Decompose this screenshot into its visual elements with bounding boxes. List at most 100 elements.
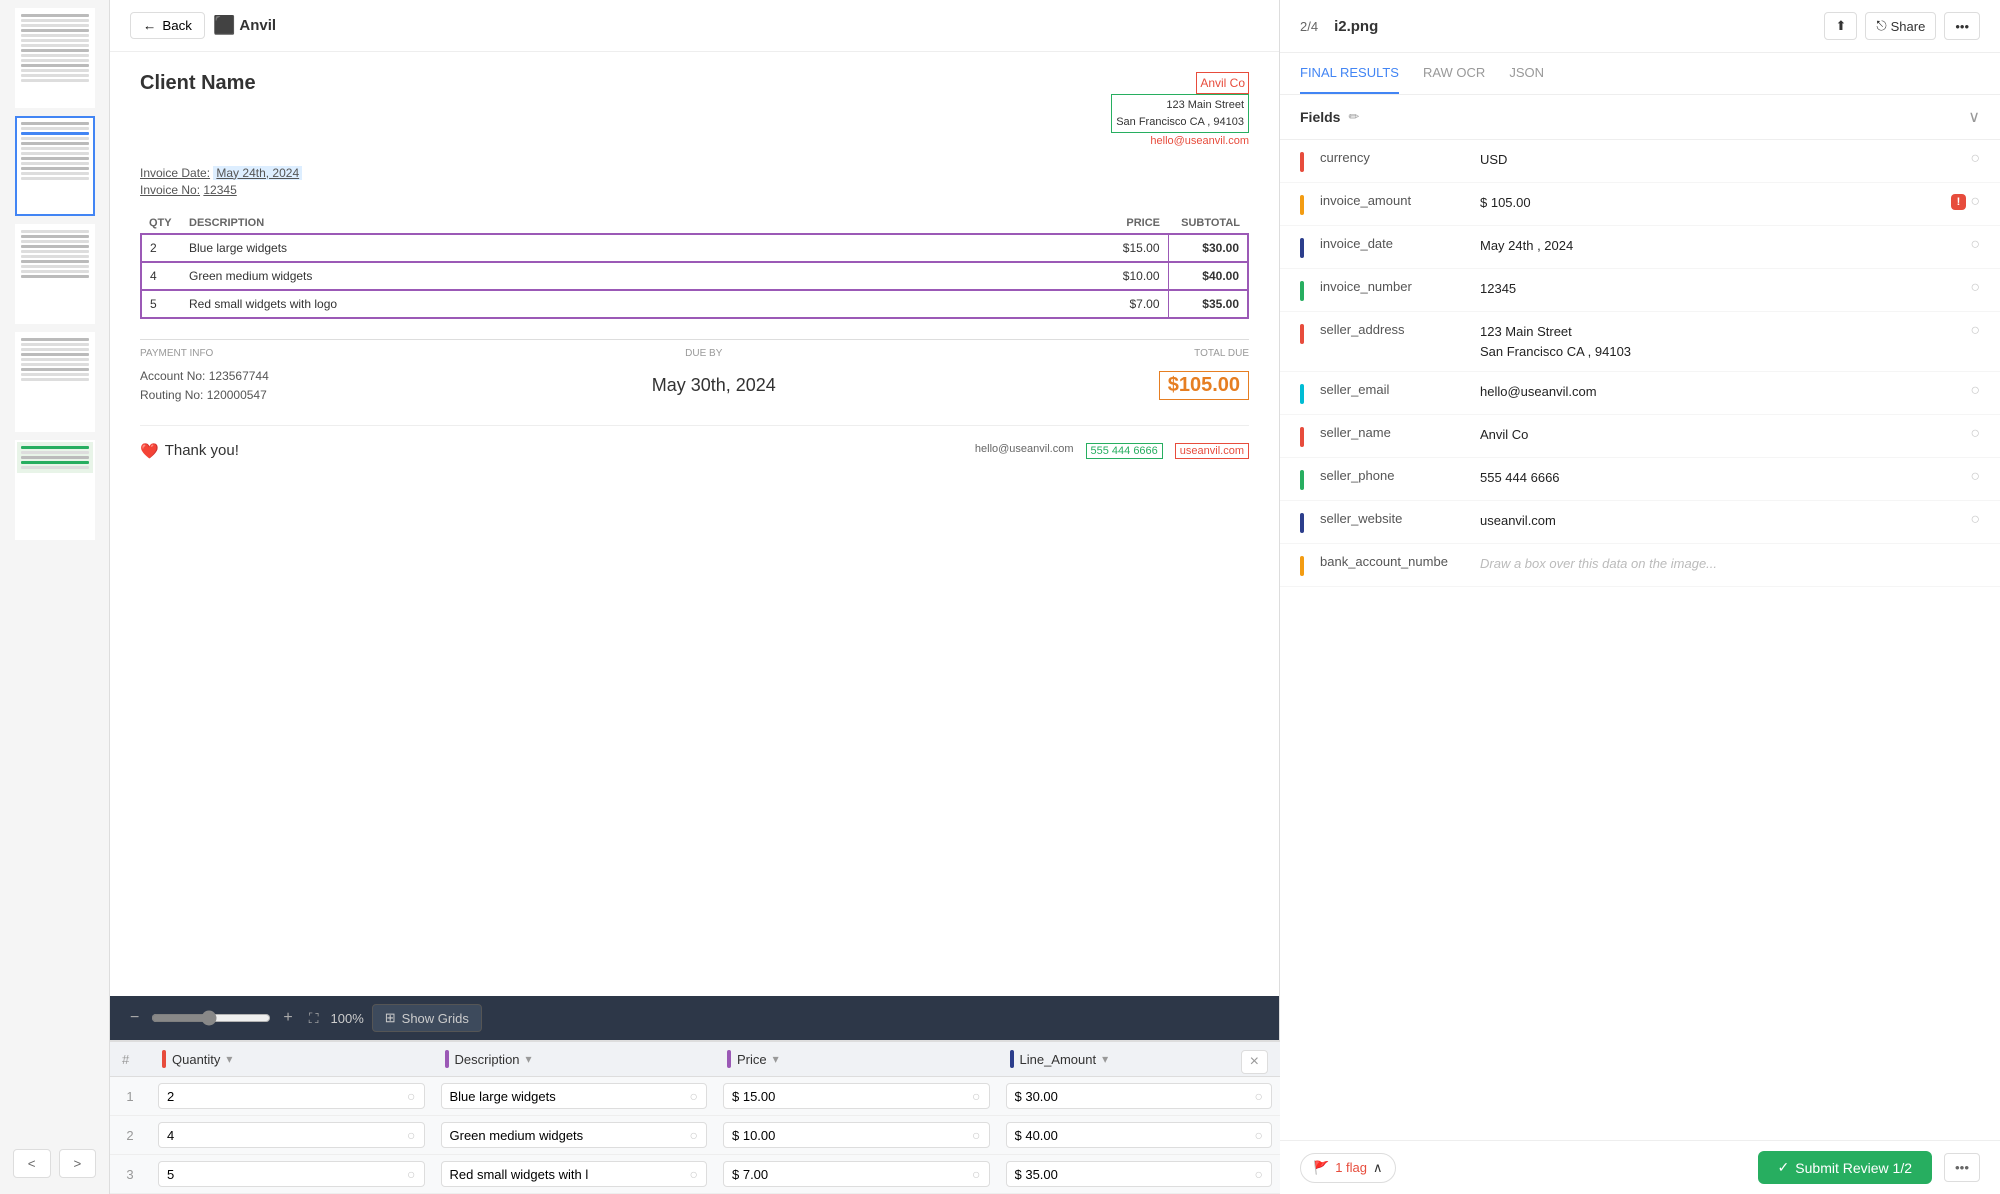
desc-check-1[interactable]: ○ bbox=[690, 1088, 698, 1104]
lineamt-check-2[interactable]: ○ bbox=[1255, 1127, 1263, 1143]
share-button[interactable]: ⎋ Share bbox=[1865, 12, 1936, 40]
price-chevron-icon: ▾ bbox=[773, 1052, 779, 1066]
col-description-header[interactable]: Description ▾ bbox=[433, 1042, 716, 1077]
edit-icon[interactable]: ✏ bbox=[1348, 109, 1359, 125]
lineamt-input-1[interactable] bbox=[1015, 1089, 1249, 1104]
flag-count: 1 flag bbox=[1335, 1160, 1367, 1175]
row-1-price[interactable]: ○ bbox=[715, 1077, 998, 1116]
qty-check-3[interactable]: ○ bbox=[407, 1166, 415, 1182]
field-row-currency: currency USD ○ bbox=[1280, 140, 2000, 183]
tab-final-results[interactable]: FINAL RESULTS bbox=[1300, 53, 1399, 94]
tab-json[interactable]: JSON bbox=[1509, 53, 1544, 94]
row-2-num: 2 bbox=[110, 1116, 150, 1155]
thumbnail-1[interactable] bbox=[15, 8, 95, 108]
price-check-2[interactable]: ○ bbox=[972, 1127, 980, 1143]
row-3-desc[interactable]: ○ bbox=[433, 1155, 716, 1194]
desc-input-2[interactable] bbox=[450, 1128, 684, 1143]
seller-website-field-value: useanvil.com bbox=[1480, 511, 1970, 531]
row-2-qty[interactable]: ○ bbox=[150, 1116, 433, 1155]
zoom-expand-button[interactable]: ⛶ bbox=[305, 1006, 323, 1031]
zoom-out-button[interactable]: − bbox=[126, 1005, 143, 1031]
back-button[interactable]: ← Back bbox=[130, 12, 205, 39]
col-line-amount-header[interactable]: Line_Amount ▾ bbox=[998, 1042, 1281, 1077]
row-2-lineamt[interactable]: ○ bbox=[998, 1116, 1281, 1155]
row-1-qty[interactable]: ○ bbox=[150, 1077, 433, 1116]
seller-name-check[interactable]: ○ bbox=[1970, 425, 1980, 443]
zoom-in-button[interactable]: + bbox=[279, 1005, 296, 1031]
row-1-lineamt[interactable]: ○ bbox=[998, 1077, 1281, 1116]
row-3-price[interactable]: ○ bbox=[715, 1155, 998, 1194]
invoice-no-value: 12345 bbox=[203, 183, 236, 197]
price-input-2[interactable] bbox=[732, 1128, 966, 1143]
invoice-amount-field-value: $ 105.00 bbox=[1480, 193, 1951, 213]
row-2-desc[interactable]: ○ bbox=[433, 1116, 716, 1155]
col-quantity-header[interactable]: Quantity ▾ bbox=[150, 1042, 433, 1077]
seller-address-color-bar bbox=[1300, 324, 1304, 344]
next-page-button[interactable]: > bbox=[59, 1149, 97, 1178]
thumbnail-4[interactable] bbox=[15, 332, 95, 432]
desc-color-bar bbox=[445, 1050, 449, 1068]
seller-name-field-value: Anvil Co bbox=[1480, 425, 1970, 445]
row-2-price[interactable]: ○ bbox=[715, 1116, 998, 1155]
share-label: Share bbox=[1891, 19, 1926, 34]
row-1-desc[interactable]: ○ bbox=[433, 1077, 716, 1116]
col-price-header[interactable]: Price ▾ bbox=[715, 1042, 998, 1077]
row-3-lineamt[interactable]: ○ bbox=[998, 1155, 1281, 1194]
desc-check-2[interactable]: ○ bbox=[690, 1127, 698, 1143]
close-table-button[interactable]: × bbox=[1241, 1050, 1268, 1074]
seller-phone-color-bar bbox=[1300, 470, 1304, 490]
price-check-3[interactable]: ○ bbox=[972, 1166, 980, 1182]
desc-check-3[interactable]: ○ bbox=[690, 1166, 698, 1182]
qty-check-2[interactable]: ○ bbox=[407, 1127, 415, 1143]
qty-input-3[interactable] bbox=[167, 1167, 401, 1182]
row-3-qty[interactable]: ○ bbox=[150, 1155, 433, 1194]
tab-raw-ocr[interactable]: RAW OCR bbox=[1423, 53, 1485, 94]
price-input-3[interactable] bbox=[732, 1167, 966, 1182]
invoice-amount-check[interactable]: ○ bbox=[1970, 193, 1980, 211]
lineamt-input-2[interactable] bbox=[1015, 1128, 1249, 1143]
seller-address-field-name: seller_address bbox=[1320, 322, 1480, 337]
bottom-more-button[interactable]: ••• bbox=[1944, 1153, 1980, 1182]
th-desc: DESCRIPTION bbox=[181, 213, 1088, 234]
price-check-1[interactable]: ○ bbox=[972, 1088, 980, 1104]
lineamt-check-3[interactable]: ○ bbox=[1255, 1166, 1263, 1182]
lineamt-input-3[interactable] bbox=[1015, 1167, 1249, 1182]
field-row-invoice-amount: invoice_amount $ 105.00 ! ○ bbox=[1280, 183, 2000, 226]
page-indicator: 2/4 bbox=[1300, 19, 1318, 34]
seller-email-check[interactable]: ○ bbox=[1970, 382, 1980, 400]
quantity-col-label: Quantity bbox=[172, 1052, 220, 1067]
invoice-number-field-name: invoice_number bbox=[1320, 279, 1480, 294]
collapse-icon[interactable]: ∨ bbox=[1968, 107, 1980, 127]
show-grids-button[interactable]: ⊞ Show Grids bbox=[372, 1004, 482, 1032]
thumbnail-3[interactable] bbox=[15, 224, 95, 324]
fields-title: Fields bbox=[1300, 109, 1340, 125]
desc-input-3[interactable] bbox=[450, 1167, 684, 1182]
total-amount: $105.00 bbox=[1159, 371, 1249, 400]
qty-check-1[interactable]: ○ bbox=[407, 1088, 415, 1104]
qty-input-1[interactable] bbox=[167, 1089, 401, 1104]
thumbnail-5[interactable] bbox=[15, 440, 95, 540]
price-input-1[interactable] bbox=[732, 1089, 966, 1104]
routing-no-value: 120000547 bbox=[207, 388, 267, 402]
more-options-button[interactable]: ••• bbox=[1944, 12, 1980, 40]
thumbnail-2[interactable] bbox=[15, 116, 95, 216]
flag-button[interactable]: 🚩 1 flag ∧ bbox=[1300, 1153, 1396, 1183]
thank-you-section: ❤️ Thank you! hello@useanvil.com 555 444… bbox=[140, 425, 1249, 460]
seller-phone-field-value: 555 444 6666 bbox=[1480, 468, 1970, 488]
seller-address-check[interactable]: ○ bbox=[1970, 322, 1980, 340]
desc-input-1[interactable] bbox=[450, 1089, 684, 1104]
submit-review-button[interactable]: ✓ Submit Review 1/2 bbox=[1758, 1151, 1932, 1184]
invoice-date-check[interactable]: ○ bbox=[1970, 236, 1980, 254]
zoom-slider[interactable] bbox=[151, 1010, 271, 1026]
invoice-number-check[interactable]: ○ bbox=[1970, 279, 1980, 297]
invoice-date-label: Invoice Date: bbox=[140, 166, 210, 180]
invoice-date-field-name: invoice_date bbox=[1320, 236, 1480, 251]
lineamt-check-1[interactable]: ○ bbox=[1255, 1088, 1263, 1104]
table-row: 3 ○ ○ bbox=[110, 1155, 1280, 1194]
prev-page-button[interactable]: < bbox=[13, 1149, 51, 1178]
currency-check[interactable]: ○ bbox=[1970, 150, 1980, 168]
seller-phone-check[interactable]: ○ bbox=[1970, 468, 1980, 486]
qty-input-2[interactable] bbox=[167, 1128, 401, 1143]
seller-website-check[interactable]: ○ bbox=[1970, 511, 1980, 529]
upload-button[interactable]: ⬆ bbox=[1824, 12, 1857, 40]
